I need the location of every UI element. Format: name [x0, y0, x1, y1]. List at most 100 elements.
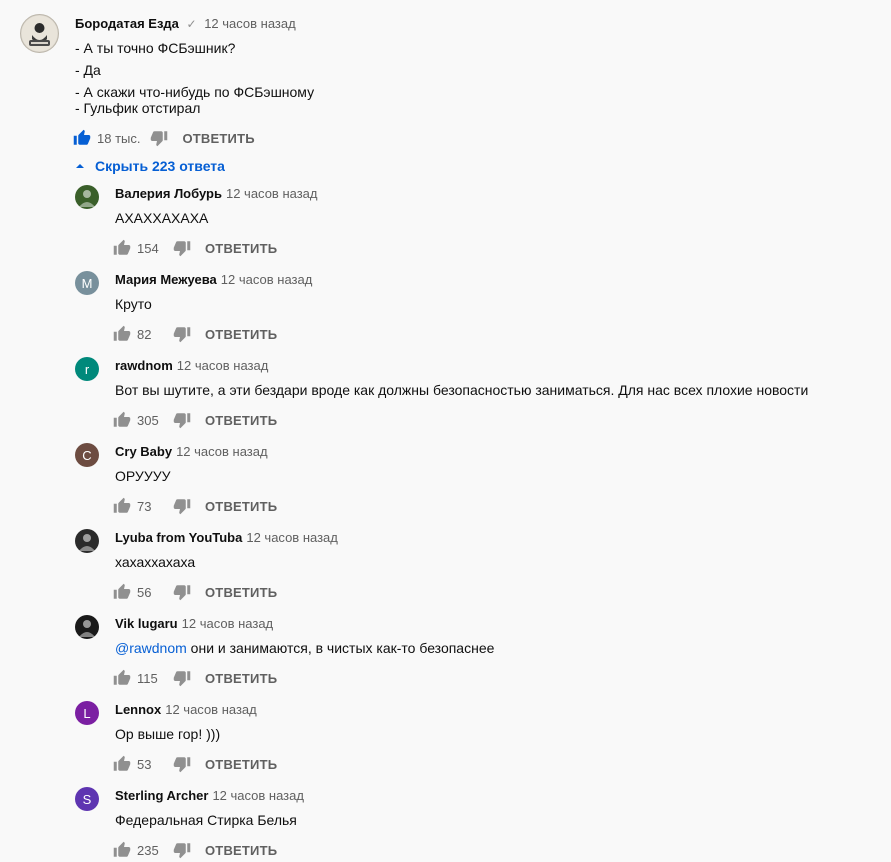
reply-text-body: Ор выше гор! ))): [115, 726, 221, 742]
reply-button[interactable]: ОТВЕТИТЬ: [205, 327, 277, 342]
reply-time[interactable]: 12 часов назад: [226, 186, 318, 201]
dislike-icon[interactable]: [173, 841, 191, 859]
reply-actions: 305 ОТВЕТИТЬ: [113, 408, 277, 432]
reply-header: Cry Baby 12 часов назад: [115, 444, 268, 460]
reply-time[interactable]: 12 часов назад: [221, 272, 313, 287]
hide-replies-button[interactable]: Скрыть 223 ответа: [75, 155, 225, 177]
reply-header: Vik lugaru 12 часов назад: [115, 616, 273, 632]
mention-link[interactable]: @rawdnom: [115, 640, 187, 656]
reply-button[interactable]: ОТВЕТИТЬ: [182, 131, 254, 146]
comment-actions: 18 тыс. ОТВЕТИТЬ: [73, 126, 255, 150]
reply-text: Круто: [115, 293, 152, 315]
comment-line: - Да: [75, 62, 101, 78]
reply-avatar[interactable]: [75, 185, 99, 209]
reply-header: Lennox 12 часов назад: [115, 702, 257, 718]
reply-avatar[interactable]: r: [75, 357, 99, 381]
dislike-icon[interactable]: [173, 669, 191, 687]
profile-photo-icon: [79, 620, 95, 637]
reply-text: Федеральная Стирка Белья: [115, 809, 297, 831]
like-count: 56: [137, 584, 152, 600]
reply-header: Мария Межуева 12 часов назад: [115, 272, 312, 288]
reply-author[interactable]: Валерия Лобурь: [115, 186, 222, 201]
reply-author[interactable]: Мария Межуева: [115, 272, 217, 287]
like-count: 305: [137, 412, 159, 428]
reply-button[interactable]: ОТВЕТИТЬ: [205, 413, 277, 428]
reply-button[interactable]: ОТВЕТИТЬ: [205, 585, 277, 600]
reply-text: @rawdnom они и занимаются, в чистых как-…: [115, 637, 494, 659]
reply-text: Вот вы шутите, а эти бездари вроде как д…: [115, 379, 808, 401]
reply-author[interactable]: Vik lugaru: [115, 616, 178, 631]
reply-text: ОРУУУУ: [115, 465, 171, 487]
reply-time[interactable]: 12 часов назад: [246, 530, 338, 545]
like-count: 18 тыс.: [97, 130, 141, 146]
dislike-icon[interactable]: [173, 325, 191, 343]
reply-header: Lyuba from YouTuba 12 часов назад: [115, 530, 338, 546]
like-icon[interactable]: [113, 239, 131, 257]
dislike-icon[interactable]: [150, 129, 168, 147]
reply-author[interactable]: Cry Baby: [115, 444, 172, 459]
reply-actions: 53 ОТВЕТИТЬ: [113, 752, 277, 776]
reply-text: хахаххахаха: [115, 551, 195, 573]
reply-author[interactable]: Sterling Archer: [115, 788, 208, 803]
caret-up-icon: [76, 164, 84, 168]
dislike-icon[interactable]: [173, 239, 191, 257]
comment-time[interactable]: 12 часов назад: [204, 16, 296, 31]
reply-text: Ор выше гор! ))): [115, 723, 220, 745]
reply-author[interactable]: rawdnom: [115, 358, 173, 373]
comment-header: Бородатая Езда ✓ 12 часов назад: [75, 16, 296, 32]
reply-header: rawdnom 12 часов назад: [115, 358, 268, 374]
reply-button[interactable]: ОТВЕТИТЬ: [205, 757, 277, 772]
like-icon[interactable]: [113, 583, 131, 601]
reply-time[interactable]: 12 часов назад: [182, 616, 274, 631]
reply-avatar[interactable]: S: [75, 787, 99, 811]
like-icon[interactable]: [73, 129, 91, 147]
reply-header: Валерия Лобурь 12 часов назад: [115, 186, 318, 202]
comment-author[interactable]: Бородатая Езда: [75, 16, 179, 31]
avatar-letter: М: [81, 275, 93, 291]
reply-actions: 235 ОТВЕТИТЬ: [113, 838, 277, 862]
reply-button[interactable]: ОТВЕТИТЬ: [205, 843, 277, 858]
reply-time[interactable]: 12 часов назад: [176, 444, 268, 459]
reply-text: АХАХХАХАХА: [115, 207, 208, 229]
reply-avatar[interactable]: [75, 615, 99, 639]
reply-text-body: Федеральная Стирка Белья: [115, 812, 297, 828]
reply-avatar[interactable]: М: [75, 271, 99, 295]
like-icon[interactable]: [113, 841, 131, 859]
hide-replies-label: Скрыть 223 ответа: [95, 158, 225, 174]
avatar-letter: L: [83, 705, 91, 721]
like-count: 154: [137, 240, 159, 256]
reply-actions: 56 ОТВЕТИТЬ: [113, 580, 277, 604]
like-icon[interactable]: [113, 325, 131, 343]
avatar-letter: S: [82, 791, 92, 807]
reply-button[interactable]: ОТВЕТИТЬ: [205, 671, 277, 686]
profile-photo-icon: [79, 534, 95, 551]
avatar-letter: C: [82, 447, 92, 463]
reply-avatar[interactable]: [75, 529, 99, 553]
reply-text-body: они и занимаются, в чистых как-то безопа…: [186, 640, 495, 656]
like-icon[interactable]: [113, 669, 131, 687]
reply-avatar[interactable]: C: [75, 443, 99, 467]
reply-actions: 73 ОТВЕТИТЬ: [113, 494, 277, 518]
like-count: 82: [137, 326, 152, 342]
reply-avatar[interactable]: L: [75, 701, 99, 725]
reply-author[interactable]: Lyuba from YouTuba: [115, 530, 242, 545]
like-icon[interactable]: [113, 497, 131, 515]
reply-button[interactable]: ОТВЕТИТЬ: [205, 241, 277, 256]
like-icon[interactable]: [113, 755, 131, 773]
reply-time[interactable]: 12 часов назад: [177, 358, 269, 373]
like-count: 73: [137, 498, 152, 514]
reply-actions: 154 ОТВЕТИТЬ: [113, 236, 277, 260]
dislike-icon[interactable]: [173, 583, 191, 601]
reply-time[interactable]: 12 часов назад: [165, 702, 257, 717]
author-avatar[interactable]: [20, 14, 59, 53]
dislike-icon[interactable]: [173, 497, 191, 515]
reply-header: Sterling Archer 12 часов назад: [115, 788, 304, 804]
reply-time[interactable]: 12 часов назад: [212, 788, 304, 803]
bearded-rider-logo-icon: [21, 15, 58, 52]
reply-text-body: Вот вы шутите, а эти бездари вроде как д…: [115, 382, 809, 398]
reply-button[interactable]: ОТВЕТИТЬ: [205, 499, 277, 514]
reply-author[interactable]: Lennox: [115, 702, 161, 717]
like-icon[interactable]: [113, 411, 131, 429]
dislike-icon[interactable]: [173, 411, 191, 429]
dislike-icon[interactable]: [173, 755, 191, 773]
